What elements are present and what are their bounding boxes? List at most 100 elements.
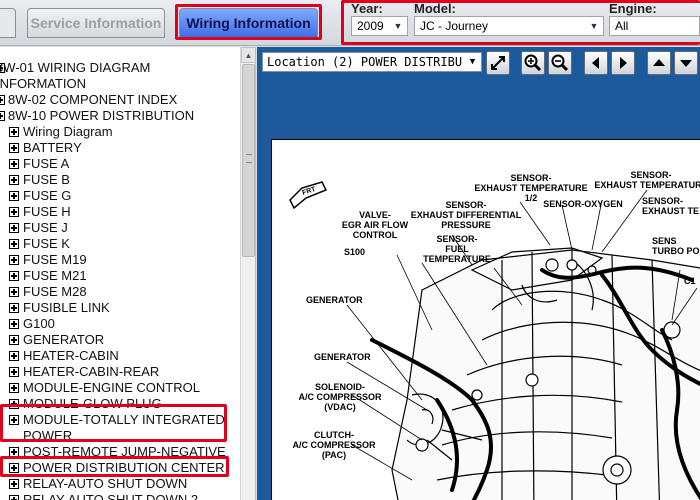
expand-plus-icon[interactable] xyxy=(9,415,19,425)
front-arrow-icon: FRT xyxy=(289,181,328,210)
tree-item[interactable]: MODULE-ENGINE CONTROL xyxy=(0,380,240,396)
tree-item[interactable]: FUSE B xyxy=(0,172,240,188)
location-value: Location (2) POWER DISTRIBU xyxy=(267,55,463,69)
expand-plus-icon[interactable] xyxy=(9,191,19,201)
chevron-down-icon: ▼ xyxy=(589,21,599,31)
engine-value: All xyxy=(615,19,629,33)
year-select[interactable]: 2009 ▼ xyxy=(351,16,408,36)
chevron-down-icon: ▼ xyxy=(466,54,479,70)
tree-item-label: FUSE G xyxy=(23,188,72,203)
diagram-toolbar: Location (2) POWER DISTRIBU ▼ xyxy=(257,47,700,87)
tree-item[interactable]: 8W-10 POWER DISTRIBUTION xyxy=(0,108,240,124)
expand-plus-icon[interactable] xyxy=(9,143,19,153)
tab-wiring-information[interactable]: Wiring Information xyxy=(179,8,318,38)
expand-plus-icon[interactable] xyxy=(0,95,5,105)
tree-item[interactable]: 8W-02 COMPONENT INDEX xyxy=(0,92,240,108)
expand-plus-icon[interactable] xyxy=(9,287,19,297)
arrow-left-icon[interactable] xyxy=(584,51,608,75)
tree-item-label: 8W-10 POWER DISTRIBUTION xyxy=(8,108,195,123)
tree-item-label: RELAY-AUTO SHUT DOWN xyxy=(23,476,188,491)
tree-item[interactable]: FUSE A xyxy=(0,156,240,172)
tree-item[interactable]: 8W-01 WIRING DIAGRAM INFORMATION xyxy=(0,60,240,92)
tree-item[interactable]: MODULE-TOTALLY INTEGRATED POWER xyxy=(0,412,240,444)
tree-item-label: FUSE B xyxy=(23,172,70,187)
model-select[interactable]: JC - Journey ▼ xyxy=(414,16,604,36)
tree-item[interactable]: FUSIBLE LINK xyxy=(0,300,240,316)
expand-plus-icon[interactable] xyxy=(9,319,19,329)
tree-item[interactable]: FUSE M21 xyxy=(0,268,240,284)
tree-item[interactable]: FUSE M28 xyxy=(0,284,240,300)
tree-item[interactable]: FUSE M19 xyxy=(0,252,240,268)
expand-plus-icon[interactable] xyxy=(9,495,19,500)
expand-plus-icon[interactable] xyxy=(9,367,19,377)
fit-window-icon[interactable] xyxy=(486,51,510,75)
scroll-up-icon[interactable]: ▲ xyxy=(241,47,255,63)
expand-plus-icon[interactable] xyxy=(9,399,19,409)
expand-plus-icon[interactable] xyxy=(0,111,5,121)
location-select[interactable]: Location (2) POWER DISTRIBU ▼ xyxy=(262,52,482,72)
tree-item-label: HEATER-CABIN xyxy=(23,348,119,363)
wiring-diagram[interactable]: FRT SENSOR- EXHAUST TEMPERATURE 1/2 SENS… xyxy=(271,139,700,500)
expand-plus-icon[interactable] xyxy=(9,207,19,217)
tree-item-label: FUSIBLE LINK xyxy=(23,300,110,315)
label-sensor-exhaust-temperature: SENSOR- EXHAUST TEMPERATURE xyxy=(594,170,700,190)
expand-plus-icon[interactable] xyxy=(9,463,19,473)
label-s100: S100 xyxy=(344,247,366,257)
expand-plus-icon[interactable] xyxy=(9,255,19,265)
tree-item[interactable]: Wiring Diagram xyxy=(0,124,240,140)
engine-select[interactable]: All xyxy=(609,16,700,36)
expand-plus-icon[interactable] xyxy=(9,127,19,137)
tree-item[interactable]: HEATER-CABIN xyxy=(0,348,240,364)
tree-item[interactable]: POST-REMOTE JUMP-NEGATIVE xyxy=(0,444,240,460)
label-clutch-ac-compressor: CLUTCH- A/C COMPRESSOR (PAC) xyxy=(292,430,376,460)
tree-scrollbar[interactable]: ▲ xyxy=(240,47,255,500)
tree-item-label: GENERATOR xyxy=(23,332,105,347)
tree-item[interactable]: G100 xyxy=(0,316,240,332)
tree-item[interactable]: RELAY-AUTO SHUT DOWN 2 xyxy=(0,492,240,500)
tree-item-label: FUSE K xyxy=(23,236,70,251)
expand-plus-icon[interactable] xyxy=(9,447,19,457)
tree-item[interactable]: FUSE H xyxy=(0,204,240,220)
tree-item-label: MODULE-TOTALLY INTEGRATED POWER xyxy=(23,412,225,443)
tree-item[interactable]: RELAY-AUTO SHUT DOWN xyxy=(0,476,240,492)
label-generator: GENERATOR xyxy=(306,295,363,305)
tab-service-information[interactable]: Service Information xyxy=(27,8,165,38)
expand-plus-icon[interactable] xyxy=(9,223,19,233)
expand-plus-icon[interactable] xyxy=(9,303,19,313)
tree-item-label: 8W-02 COMPONENT INDEX xyxy=(8,92,178,107)
tree-item-label: FUSE H xyxy=(23,204,71,219)
tree-item[interactable]: POWER DISTRIBUTION CENTER xyxy=(0,460,240,476)
label-solenoid-ac-compressor: SOLENOID- A/C COMPRESSOR (VDAC) xyxy=(298,382,382,412)
expand-plus-icon[interactable] xyxy=(9,175,19,185)
expand-plus-icon[interactable] xyxy=(9,159,19,169)
tree-item-label: POWER DISTRIBUTION CENTER xyxy=(23,460,225,475)
tree-item[interactable]: GENERATOR xyxy=(0,332,240,348)
tree-item[interactable]: FUSE G xyxy=(0,188,240,204)
tree-item-label: FUSE M28 xyxy=(23,284,87,299)
expand-plus-icon[interactable] xyxy=(9,239,19,249)
tree-item[interactable]: MODULE-GLOW PLUG xyxy=(0,396,240,412)
tree-item[interactable]: BATTERY xyxy=(0,140,240,156)
label-valve-egr-air-flow-control: VALVE- EGR AIR FLOW CONTROL xyxy=(341,210,409,240)
tree-item[interactable]: HEATER-CABIN-REAR xyxy=(0,364,240,380)
expand-plus-icon[interactable] xyxy=(9,479,19,489)
chevron-down-icon: ▼ xyxy=(393,21,403,31)
zoom-out-icon[interactable] xyxy=(548,51,572,75)
arrow-right-icon[interactable] xyxy=(611,51,635,75)
expand-plus-icon[interactable] xyxy=(9,383,19,393)
tree-item-label: RELAY-AUTO SHUT DOWN 2 xyxy=(23,492,199,500)
scrollbar-thumb[interactable] xyxy=(242,64,255,257)
tree-item[interactable]: FUSE J xyxy=(0,220,240,236)
expand-plus-icon[interactable] xyxy=(9,271,19,281)
expand-plus-icon[interactable] xyxy=(9,351,19,361)
arrow-down-icon[interactable] xyxy=(674,51,698,75)
tree-item-label: BATTERY xyxy=(23,140,82,155)
diagram-area: FRT SENSOR- EXHAUST TEMPERATURE 1/2 SENS… xyxy=(257,87,700,500)
tab-edge xyxy=(0,8,16,38)
tree-item-label: HEATER-CABIN-REAR xyxy=(23,364,160,379)
arrow-up-icon[interactable] xyxy=(647,51,671,75)
zoom-in-icon[interactable] xyxy=(521,51,545,75)
tree-item[interactable]: FUSE K xyxy=(0,236,240,252)
expand-plus-icon[interactable] xyxy=(9,335,19,345)
tree-item-label: G100 xyxy=(23,316,55,331)
